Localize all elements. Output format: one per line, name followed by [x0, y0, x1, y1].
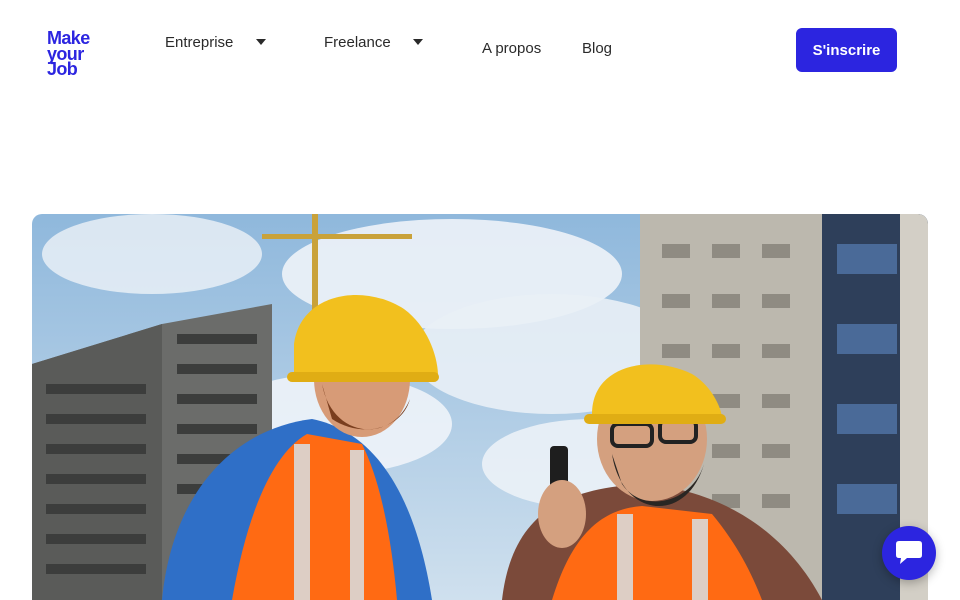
chat-button[interactable] — [882, 526, 936, 580]
nav-apropos-link[interactable]: A propos — [482, 40, 541, 57]
chat-icon — [896, 541, 922, 564]
nav-entreprise-label: Entreprise — [165, 33, 234, 51]
signup-button[interactable]: S'inscrire — [796, 28, 897, 72]
nav-freelance-label: Freelance — [324, 33, 391, 51]
caret-down-icon — [256, 39, 267, 45]
nav-entreprise-dropdown[interactable]: Entreprise — [165, 31, 267, 53]
caret-down-icon — [412, 39, 423, 45]
nav-freelance-dropdown[interactable]: Freelance — [324, 31, 423, 53]
logo-line-job: Job — [47, 59, 78, 79]
nav-blog-link[interactable]: Blog — [582, 40, 612, 57]
logo[interactable]: Make your Job — [47, 29, 109, 79]
hero-image — [32, 214, 928, 600]
